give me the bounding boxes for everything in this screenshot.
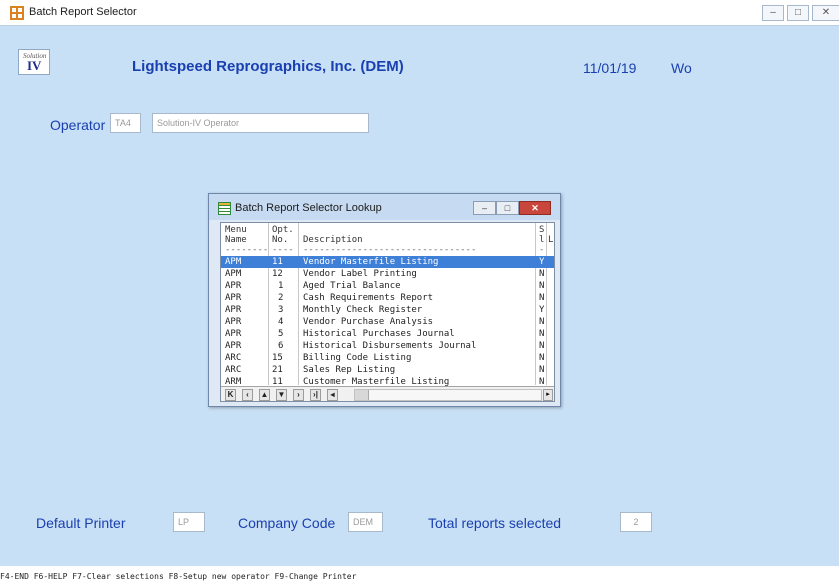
minimize-button[interactable]: –: [762, 5, 784, 21]
prev-record-button[interactable]: ▲: [259, 389, 270, 401]
table-row[interactable]: APR 6 Historical Disbursements Journal N: [221, 340, 554, 352]
cell-desc: Historical Disbursements Journal: [303, 341, 477, 351]
cell-sel: N: [539, 329, 545, 339]
cell-menu: APM: [225, 269, 242, 279]
lookup-minimize-button[interactable]: –: [473, 201, 496, 215]
default-printer-label: Default Printer: [36, 515, 126, 531]
navigator-bar: K ‹ ▲ ▼ › ›| ◂ ▸: [221, 386, 554, 401]
cell-opt: 2: [278, 293, 284, 303]
dash-desc: --------------------------------: [303, 245, 477, 255]
cell-desc: Vendor Masterfile Listing: [303, 257, 439, 267]
cell-menu: APR: [225, 317, 242, 327]
last-record-button[interactable]: ›|: [310, 389, 321, 401]
cell-sel: N: [539, 365, 545, 375]
col-header-sel: S l: [539, 225, 545, 245]
col-header-extra: L: [548, 235, 554, 245]
cell-desc: Vendor Purchase Analysis: [303, 317, 434, 327]
window-titlebar: Batch Report Selector – □ ✕: [0, 0, 839, 26]
cell-menu: ARC: [225, 353, 242, 363]
scroll-right-button[interactable]: ▸: [543, 389, 553, 401]
operator-label: Operator: [50, 117, 106, 133]
cell-opt: 12: [272, 269, 283, 279]
table-row[interactable]: APR 4 Vendor Purchase Analysis N: [221, 316, 554, 328]
cell-sel: Y: [539, 257, 545, 267]
cell-desc: Vendor Label Printing: [303, 269, 417, 279]
scroll-thumb[interactable]: [355, 390, 369, 400]
cell-sel: N: [539, 341, 545, 351]
horizontal-scrollbar[interactable]: [354, 389, 542, 401]
next-page-button[interactable]: ›: [293, 389, 304, 401]
grid-icon: [218, 202, 231, 215]
dash-menu: --------: [225, 245, 269, 255]
table-row[interactable]: APR 1 Aged Trial Balance N: [221, 280, 554, 292]
col-header-menu: Menu Name: [225, 225, 247, 245]
cell-opt: 4: [278, 317, 284, 327]
lookup-close-button[interactable]: ✕: [519, 201, 551, 215]
cell-menu: APR: [225, 293, 242, 303]
dash-opt: ----: [272, 245, 294, 255]
lookup-title: Batch Report Selector Lookup: [235, 202, 382, 214]
cell-desc: Historical Purchases Journal: [303, 329, 455, 339]
cell-sel: N: [539, 269, 545, 279]
maximize-button[interactable]: □: [787, 5, 809, 21]
cell-opt: 6: [278, 341, 284, 351]
function-key-bar: F4-END F6-HELP F7-Clear selections F8-Se…: [0, 572, 357, 581]
table-row[interactable]: ARC 21 Sales Rep Listing N: [221, 364, 554, 376]
total-reports-field: 2: [620, 512, 652, 532]
company-title: Lightspeed Reprographics, Inc. (DEM): [132, 58, 404, 75]
cell-sel: N: [539, 281, 545, 291]
prev-page-button[interactable]: ‹: [242, 389, 253, 401]
total-reports-label: Total reports selected: [428, 515, 562, 531]
company-code-field[interactable]: DEM: [348, 512, 383, 532]
window-title: Batch Report Selector: [29, 6, 137, 18]
batch-report-selector-window: Batch Report Selector – □ ✕ Solution IV …: [0, 0, 839, 566]
table-row[interactable]: APM 11 Vendor Masterfile Listing Y: [221, 256, 554, 268]
header-date: 11/01/19: [583, 60, 637, 76]
cell-opt: 11: [272, 257, 283, 267]
cell-sel: N: [539, 293, 545, 303]
lookup-grid: Menu Name Opt. No. Description S l L ---…: [220, 222, 555, 402]
cell-sel: Y: [539, 305, 545, 315]
dash-sel: -: [539, 245, 545, 255]
lookup-titlebar: Batch Report Selector Lookup – □ ✕: [209, 194, 560, 220]
operator-code-field[interactable]: TA4: [110, 113, 141, 133]
cell-desc: Cash Requirements Report: [303, 293, 434, 303]
table-row[interactable]: APR 2 Cash Requirements Report N: [221, 292, 554, 304]
table-row[interactable]: APR 3 Monthly Check Register Y: [221, 304, 554, 316]
cell-menu: APM: [225, 257, 242, 267]
col-header-description: Description: [303, 235, 363, 245]
next-record-button[interactable]: ▼: [276, 389, 287, 401]
cell-opt: 5: [278, 329, 284, 339]
scroll-left-button[interactable]: ◂: [327, 389, 338, 401]
cell-desc: Sales Rep Listing: [303, 365, 396, 375]
cell-menu: APR: [225, 341, 242, 351]
lookup-maximize-button[interactable]: □: [496, 201, 519, 215]
cell-desc: Monthly Check Register: [303, 305, 423, 315]
default-printer-field[interactable]: LP: [173, 512, 205, 532]
cell-opt: 15: [272, 353, 283, 363]
cell-opt: 21: [272, 365, 283, 375]
cell-opt: 3: [278, 305, 284, 315]
table-row[interactable]: APR 5 Historical Purchases Journal N: [221, 328, 554, 340]
solution-iv-logo: Solution IV: [18, 49, 50, 75]
table-row[interactable]: APM 12 Vendor Label Printing N: [221, 268, 554, 280]
operator-name-field[interactable]: Solution-IV Operator: [152, 113, 369, 133]
first-record-button[interactable]: K: [225, 389, 236, 401]
close-button[interactable]: ✕: [812, 5, 839, 21]
cell-desc: Billing Code Listing: [303, 353, 412, 363]
cell-desc: Aged Trial Balance: [303, 281, 401, 291]
app-icon: [10, 6, 24, 20]
lookup-dialog: Batch Report Selector Lookup – □ ✕ Menu …: [208, 193, 561, 407]
cell-sel: N: [539, 317, 545, 327]
cell-menu: APR: [225, 329, 242, 339]
cell-sel: N: [539, 353, 545, 363]
col-header-opt: Opt. No.: [272, 225, 294, 245]
cell-opt: 1: [278, 281, 284, 291]
company-code-label: Company Code: [238, 515, 336, 531]
table-row[interactable]: ARC 15 Billing Code Listing N: [221, 352, 554, 364]
cell-menu: APR: [225, 305, 242, 315]
cell-menu: APR: [225, 281, 242, 291]
header-day: Wo: [671, 60, 692, 76]
cell-menu: ARC: [225, 365, 242, 375]
